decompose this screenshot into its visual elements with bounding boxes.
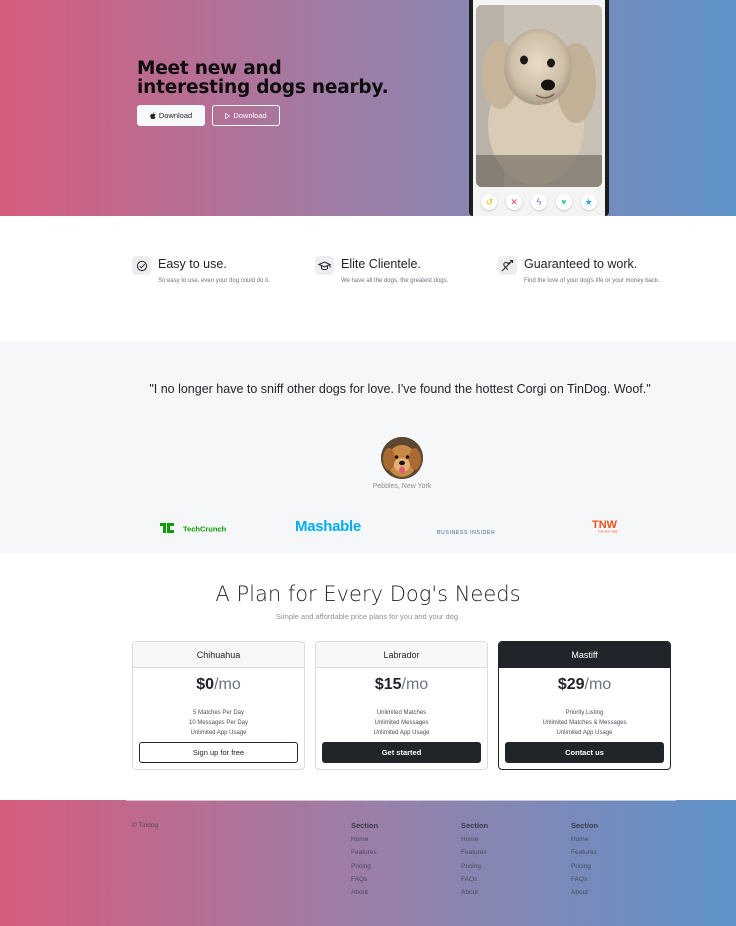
sign-up-free-button[interactable]: Sign up for free — [139, 742, 298, 763]
super-like-icon[interactable]: ★ — [580, 194, 597, 210]
business-insider-logo-text: BUSINESS INSIDER — [437, 530, 495, 536]
footer-link-home[interactable]: Home — [351, 833, 378, 846]
feature-text: Find the love of your dog's life or your… — [524, 278, 660, 284]
testimonial-quote: "I no longer have to sniff other dogs fo… — [149, 382, 651, 396]
footer-link-about[interactable]: About — [571, 886, 598, 899]
footer-column-heading: Section — [571, 821, 599, 830]
footer-link-pricing[interactable]: Pricing — [461, 860, 488, 873]
footer-link-about[interactable]: About — [461, 886, 488, 899]
plan-price-amount: $0 — [196, 676, 215, 693]
plan-features: Priority Listing Unlimited Matches & Mes… — [499, 708, 670, 740]
footer: © Tindog Section Home Features Pricing F… — [0, 800, 736, 926]
plan-card-mastiff: Mastiff $29/mo Priority Listing Unlimite… — [498, 641, 671, 770]
footer-link-home[interactable]: Home — [461, 833, 488, 846]
hero-section: Meet new and interesting dogs nearby. Do… — [0, 0, 736, 216]
like-icon[interactable]: ♥ — [555, 194, 572, 210]
copyright: © Tindog — [132, 822, 159, 829]
download-apple-button[interactable]: Download — [137, 105, 205, 126]
plan-name: Labrador — [316, 642, 487, 668]
phone-mockup: ↺ ✕ ϟ ♥ ★ — [469, 0, 609, 216]
plan-features: 5 Matches Per Day 10 Messages Per Day Un… — [133, 708, 304, 740]
feature-text: We have all the dogs, the greatest dogs. — [341, 278, 449, 284]
plan-feature: 10 Messages Per Day — [188, 720, 249, 726]
plan-feature: Unlimited Messages — [374, 720, 429, 726]
business-insider-logo: BUSINESS INSIDER — [437, 523, 503, 541]
feature-title: Easy to use. — [158, 257, 227, 271]
testimonial-author: Pebbles, New York — [372, 483, 432, 490]
check-circle-icon — [132, 256, 151, 275]
mashable-logo: Mashable — [295, 517, 371, 540]
plan-price-amount: $15 — [374, 676, 402, 693]
footer-link-faqs[interactable]: FAQs — [351, 873, 378, 886]
plan-feature: 5 Matches Per Day — [192, 710, 245, 716]
download-play-button[interactable]: Download — [212, 105, 280, 126]
plan-price: $29/mo — [499, 676, 670, 700]
download-apple-label: Download — [158, 111, 193, 120]
avatar — [381, 437, 423, 479]
plan-feature: Priority Listing — [565, 710, 604, 716]
tnw-logo: TNW THE NEXT WEB — [592, 518, 624, 539]
footer-link-about[interactable]: About — [351, 886, 378, 899]
footer-link-features[interactable]: Features — [351, 846, 378, 859]
heart-arrow-icon — [498, 256, 517, 275]
techcrunch-logo-text: TechCrunch — [183, 525, 227, 534]
plan-feature: Unlimited Matches & Messages — [542, 720, 627, 726]
download-play-label: Download — [233, 111, 267, 120]
plan-price-period: /mo — [214, 676, 241, 693]
plan-name: Chihuahua — [133, 642, 304, 668]
plan-feature: Unlimited App Usage — [190, 730, 247, 736]
rewind-icon[interactable]: ↺ — [481, 194, 498, 210]
hero-headline: Meet new and interesting dogs nearby. — [137, 58, 389, 98]
footer-link-faqs[interactable]: FAQs — [461, 873, 488, 886]
plan-name: Mastiff — [499, 642, 670, 668]
contact-us-button[interactable]: Contact us — [505, 742, 664, 763]
nope-icon[interactable]: ✕ — [506, 194, 523, 210]
tnw-logo-subtext: THE NEXT WEB — [598, 530, 618, 534]
footer-column-heading: Section — [461, 821, 489, 830]
footer-column: Section Home Features Pricing FAQs About — [461, 821, 488, 899]
mashable-logo-text: Mashable — [295, 518, 361, 535]
plan-card-labrador: Labrador $15/mo Unlimited Matches Unlimi… — [315, 641, 488, 770]
tnw-logo-text: TNW — [592, 519, 618, 531]
plan-feature: Unlimited Matches — [376, 710, 427, 716]
play-store-icon — [225, 112, 231, 119]
plan-feature: Unlimited App Usage — [373, 730, 430, 736]
plan-features: Unlimited Matches Unlimited Messages Unl… — [316, 708, 487, 740]
graduation-cap-icon — [315, 256, 334, 275]
footer-link-features[interactable]: Features — [571, 846, 598, 859]
plan-card-chihuahua: Chihuahua $0/mo 5 Matches Per Day 10 Mes… — [132, 641, 305, 770]
swipe-actions: ↺ ✕ ϟ ♥ ★ — [477, 192, 601, 212]
footer-divider — [126, 800, 676, 801]
plan-price: $15/mo — [316, 676, 487, 700]
feature-title: Guaranteed to work. — [524, 257, 638, 271]
feature-title: Elite Clientele. — [341, 257, 421, 271]
feature-text: So easy to use, even your dog could do i… — [158, 278, 270, 284]
footer-link-pricing[interactable]: Pricing — [351, 860, 378, 873]
plan-price-period: /mo — [401, 676, 429, 693]
pricing-title: A Plan for Every Dog's Needs — [215, 582, 521, 606]
footer-link-home[interactable]: Home — [571, 833, 598, 846]
footer-link-pricing[interactable]: Pricing — [571, 860, 598, 873]
footer-column-heading: Section — [351, 821, 379, 830]
plan-feature: Unlimited App Usage — [556, 730, 613, 736]
apple-icon — [150, 112, 156, 119]
testimonial-section: "I no longer have to sniff other dogs fo… — [0, 341, 736, 553]
footer-column: Section Home Features Pricing FAQs About — [571, 821, 598, 899]
dog-profile-photo — [476, 5, 602, 187]
footer-link-faqs[interactable]: FAQs — [571, 873, 598, 886]
plan-price: $0/mo — [133, 676, 304, 700]
get-started-button[interactable]: Get started — [322, 742, 481, 763]
plan-price-amount: $29 — [557, 676, 585, 693]
pricing-subtitle: Simple and affordable price plans for yo… — [275, 612, 461, 621]
footer-link-features[interactable]: Features — [461, 846, 488, 859]
plan-price-period: /mo — [584, 676, 612, 693]
boost-icon[interactable]: ϟ — [530, 194, 547, 210]
footer-column: Section Home Features Pricing FAQs About — [351, 821, 378, 899]
phone-screen: ↺ ✕ ϟ ♥ ★ — [473, 0, 605, 216]
techcrunch-logo: TechCrunch — [160, 521, 232, 539]
